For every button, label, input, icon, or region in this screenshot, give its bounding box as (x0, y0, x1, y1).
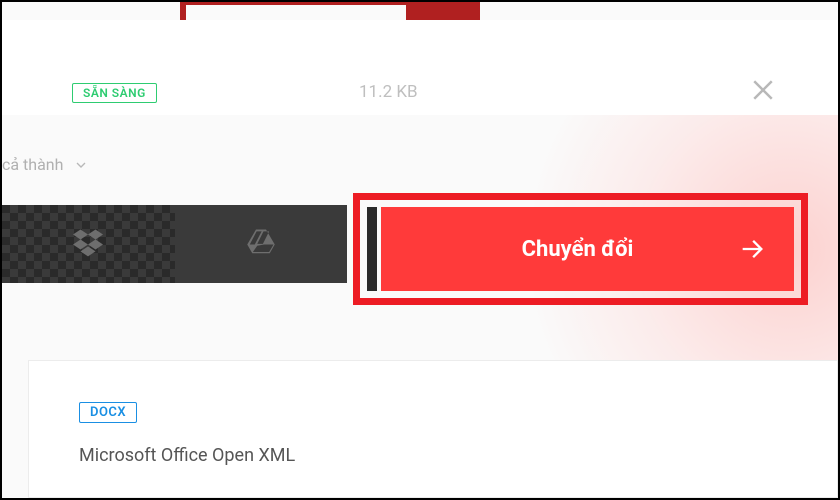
file-size: 11.2 KB (359, 82, 418, 102)
file-info-panel: SẴN SÀNG 11.2 KB (2, 20, 838, 115)
highlight-annotation: Chuyển đổi (353, 193, 808, 305)
format-card: DOCX Microsoft Office Open XML (28, 360, 838, 498)
status-badge: SẴN SÀNG (72, 83, 157, 103)
convert-button[interactable]: Chuyển đổi (381, 207, 794, 291)
merge-options-row[interactable]: cả thành (2, 155, 89, 174)
chevron-down-icon (73, 157, 89, 173)
gdrive-upload-button[interactable] (175, 205, 348, 283)
convert-button-label: Chuyển đổi (522, 237, 634, 262)
merge-label: cả thành (2, 155, 63, 174)
format-name: Microsoft Office Open XML (79, 445, 787, 466)
dropbox-icon (73, 227, 103, 261)
arrow-right-icon (738, 235, 766, 263)
close-icon[interactable] (748, 75, 778, 105)
dropbox-upload-button[interactable] (2, 205, 175, 283)
upload-source-strip (2, 205, 347, 283)
strip-sliver (367, 207, 377, 291)
gdrive-icon (246, 227, 276, 261)
format-badge: DOCX (79, 402, 137, 423)
